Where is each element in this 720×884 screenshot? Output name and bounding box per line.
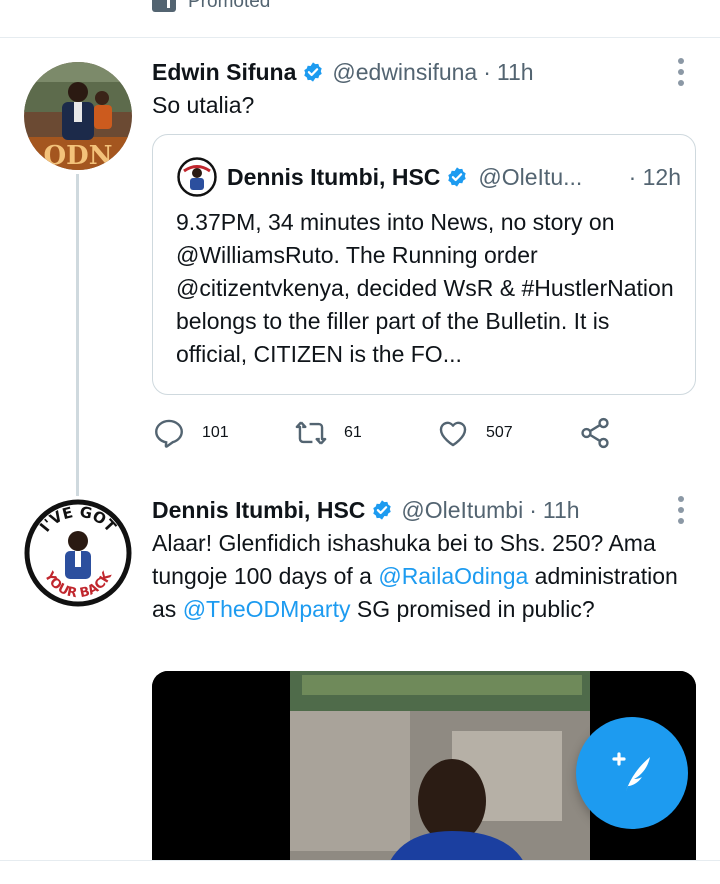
profile-photo-icon [177,157,217,197]
tweet-header: Edwin Sifuna @edwinsifuna · 11h [152,56,534,88]
reply-button[interactable]: 101 [152,416,229,450]
quote-tweet-card[interactable]: Dennis Itumbi, HSC @OleItu... · 12h 9.37… [152,134,696,395]
promoted-icon [152,0,176,12]
promoted-label: Promoted [152,0,270,14]
bottom-navigation-bar [0,860,720,884]
retweet-icon [295,421,327,445]
tweet-text-part: SG promised in public? [350,596,595,622]
separator [0,37,720,38]
like-button[interactable]: 507 [436,416,513,450]
reply-icon [155,419,183,448]
mention-link[interactable]: @TheODMparty [183,596,351,622]
thread-line [76,174,79,496]
mention-link[interactable]: @RailaOdinga [378,563,528,589]
quote-timestamp: · 12h [628,163,681,190]
share-icon [581,417,609,449]
verified-badge-icon [304,62,323,82]
tweet-text: So utalia? [152,92,255,118]
like-count: 507 [486,424,513,441]
quote-header: Dennis Itumbi, HSC @OleItu... · 12h [177,157,681,197]
compose-tweet-button[interactable] [576,717,688,829]
profile-photo: ODN [24,62,132,170]
quote-author-handle: @OleItu... [478,163,583,190]
separator-dot: · [529,496,537,523]
svg-text:ODN: ODN [44,141,113,170]
retweet-button[interactable]: 61 [294,416,362,450]
verified-badge-icon [373,500,392,520]
reply-count: 101 [202,424,229,441]
profile-photo: I'VE GOT YOUR BACK [24,499,132,607]
author-handle[interactable]: @OleItumbi [401,497,523,524]
timestamp[interactable]: 11h [497,59,534,86]
compose-tweet-icon [612,752,650,791]
quote-avatar [177,157,217,197]
verified-badge-icon [448,167,467,187]
avatar-dennis-itumbi[interactable]: I'VE GOT YOUR BACK [24,499,132,607]
quote-text: 9.37PM, 34 minutes into News, no story o… [176,209,674,367]
author-name[interactable]: Edwin Sifuna [152,59,296,86]
share-button[interactable] [578,416,612,450]
author-handle[interactable]: @edwinsifuna [332,59,477,86]
author-name[interactable]: Dennis Itumbi, HSC [152,497,365,524]
separator-dot: · [483,58,491,85]
retweet-count: 61 [344,424,362,441]
tweet-text: Alaar! Glenfidich ishashuka bei to Shs. … [152,527,697,626]
timestamp[interactable]: 11h [543,497,580,524]
avatar-edwin-sifuna[interactable]: ODN [24,62,132,170]
quote-author-name: Dennis Itumbi, HSC [227,163,441,190]
tweet-header: Dennis Itumbi, HSC @OleItumbi · 11h [152,494,580,526]
like-icon [439,421,467,447]
more-options-icon[interactable] [678,496,686,524]
more-options-icon[interactable] [678,58,686,86]
